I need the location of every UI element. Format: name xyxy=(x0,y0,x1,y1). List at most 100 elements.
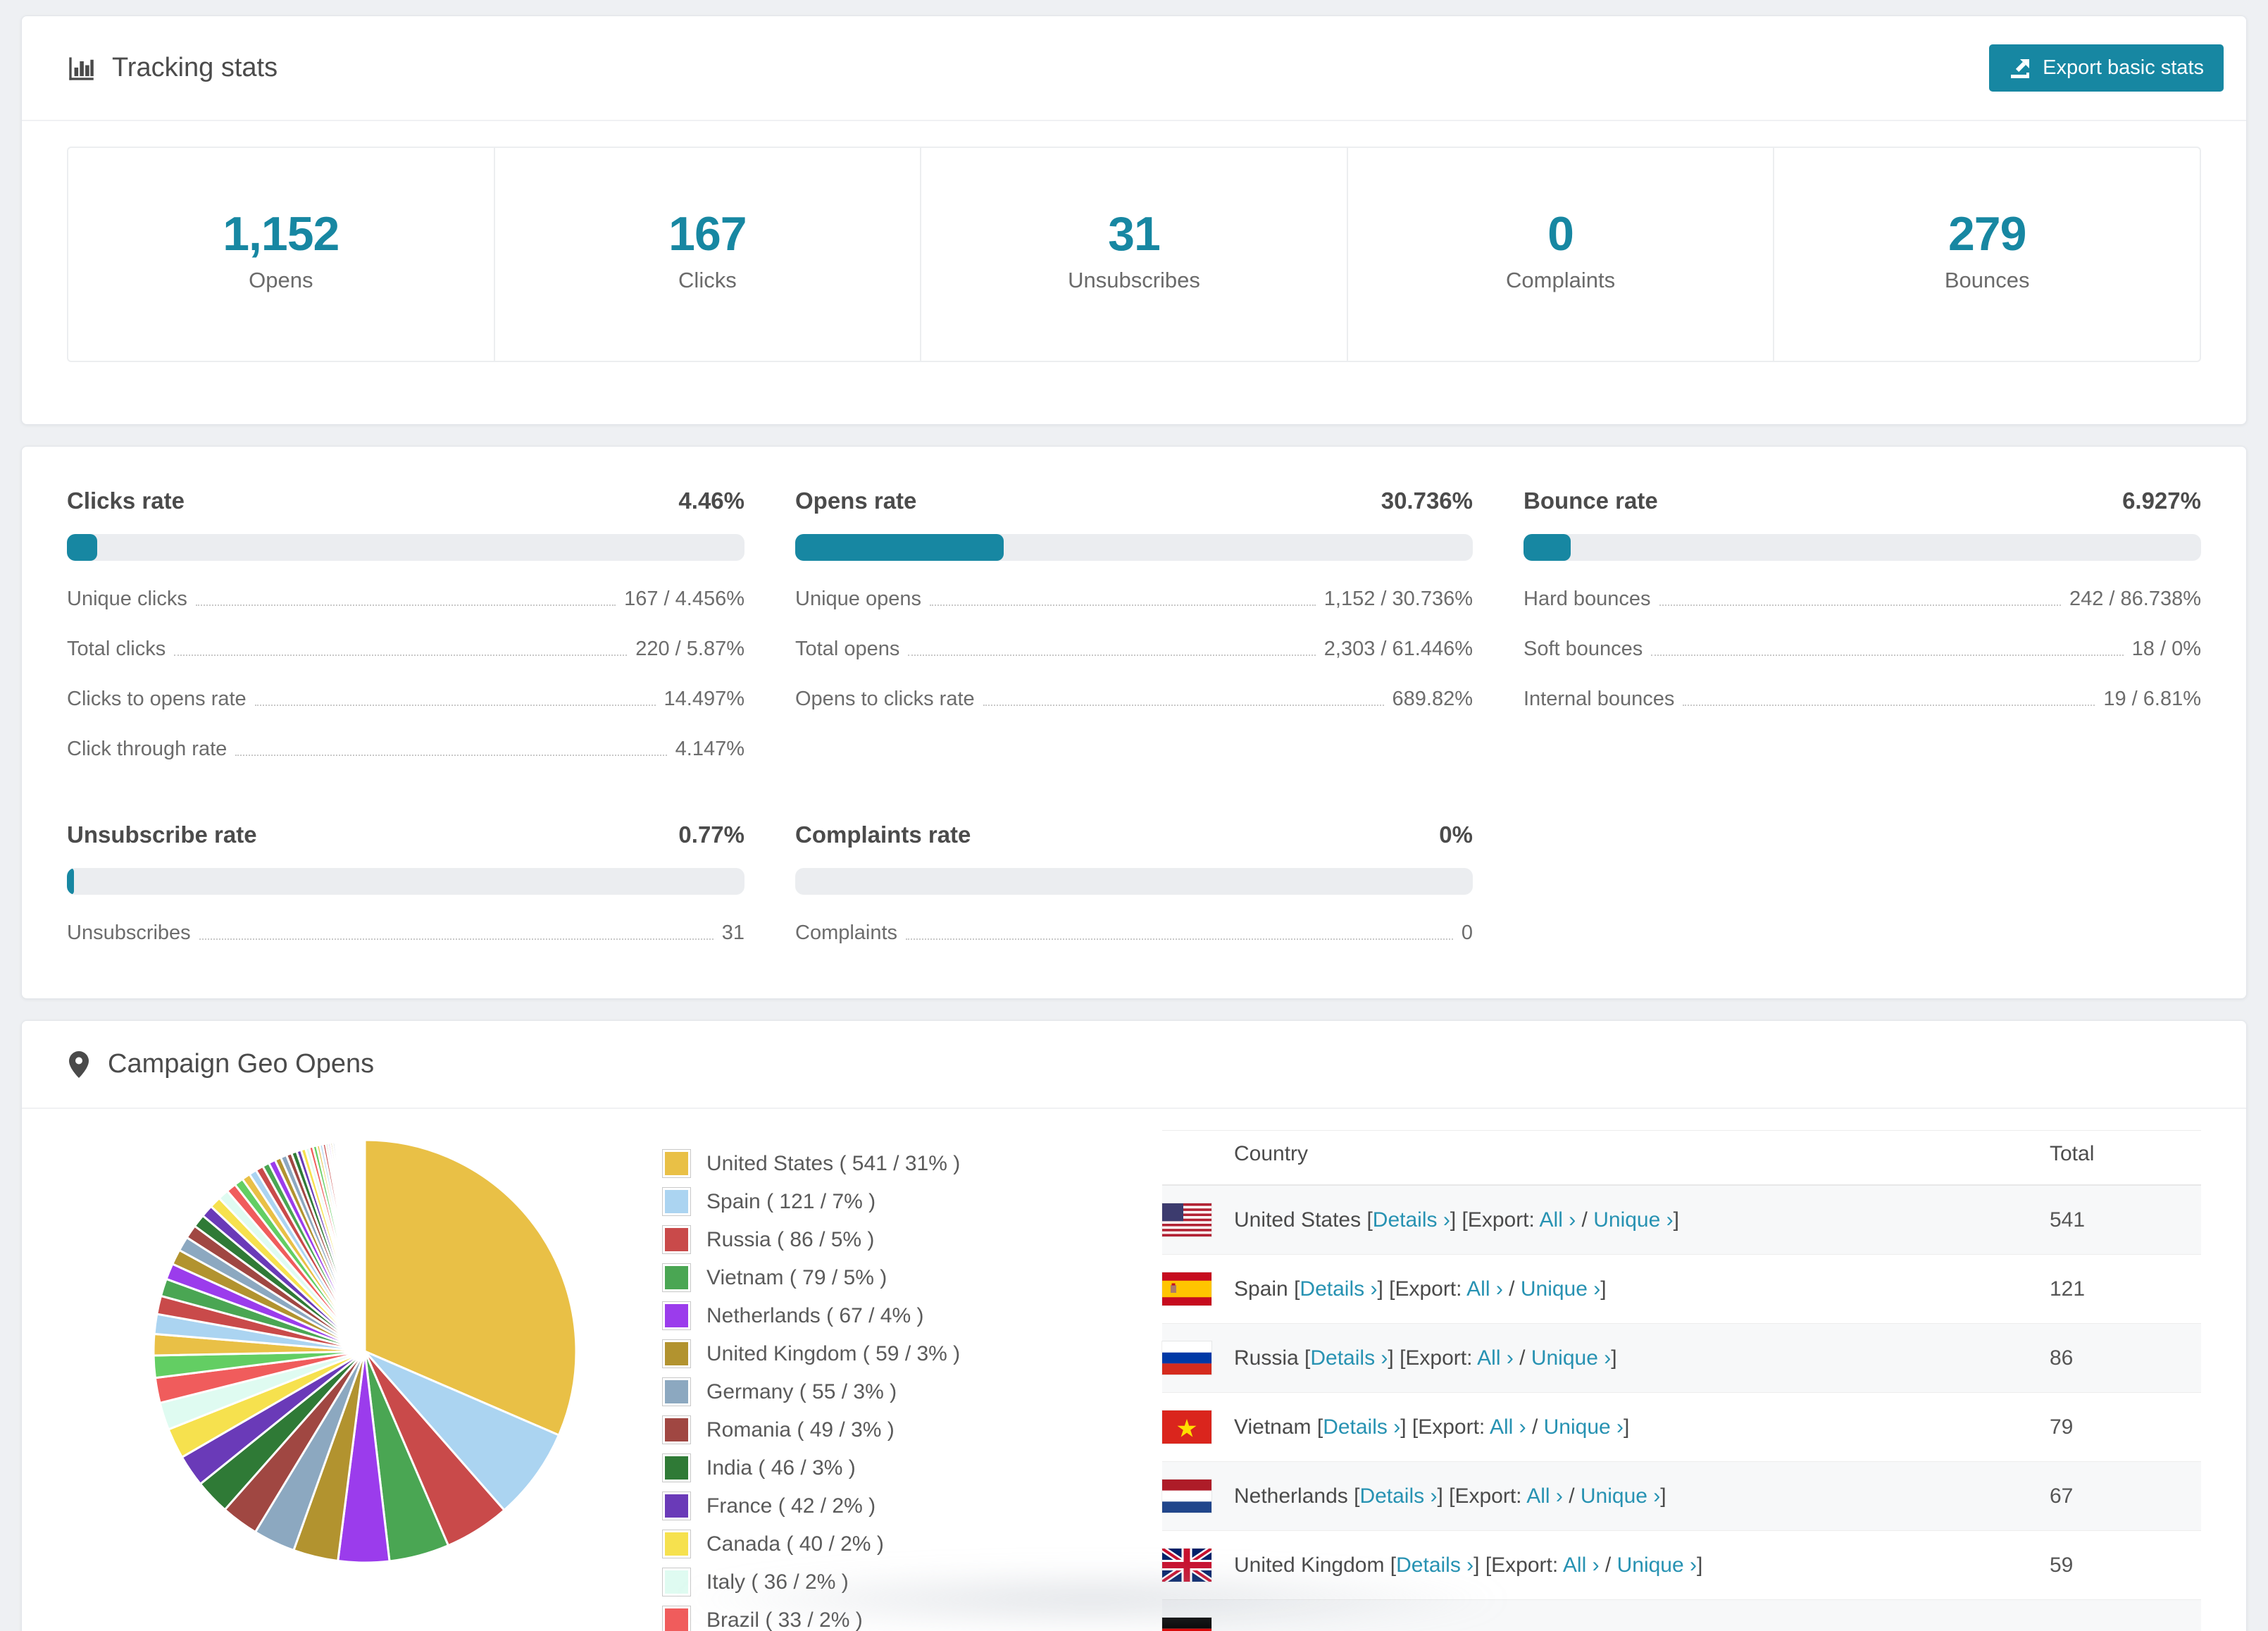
stat-cell-opens: 1,152Opens xyxy=(68,148,494,361)
geo-header: Campaign Geo Opens xyxy=(22,1021,2246,1109)
pie-slice[interactable] xyxy=(363,1140,364,1351)
geo-pie-wrap xyxy=(67,1130,662,1631)
dotted-leader xyxy=(906,938,1453,940)
stat-label: Clicks xyxy=(495,268,921,293)
dotted-leader xyxy=(983,705,1384,706)
legend-label: India ( 46 / 3% ) xyxy=(706,1456,856,1480)
total-cell: 121 xyxy=(2050,1277,2201,1301)
export-unique-link[interactable]: Unique › xyxy=(1521,1277,1600,1301)
legend-item-vietnam[interactable]: Vietnam ( 79 / 5% ) xyxy=(662,1263,1057,1292)
rate-detail-row: Internal bounces19 / 6.81% xyxy=(1524,688,2201,711)
export-all-link[interactable]: All › xyxy=(1466,1277,1503,1301)
tracking-stats-header: Tracking stats Export basic stats xyxy=(22,16,2246,121)
rate-detail-label: Unique clicks xyxy=(67,588,187,611)
rate-detail-row: Hard bounces242 / 86.738% xyxy=(1524,588,2201,611)
total-cell: 67 xyxy=(2050,1484,2201,1508)
nl-flag-icon xyxy=(1162,1480,1211,1513)
total-cell: 86 xyxy=(2050,1346,2201,1370)
legend-label: Vietnam ( 79 / 5% ) xyxy=(706,1266,887,1290)
rate-detail-label: Opens to clicks rate xyxy=(795,688,975,711)
column-header-country: Country xyxy=(1162,1142,2050,1166)
geo-table-row-united-states: United States [Details ›] [Export: All ›… xyxy=(1162,1186,2201,1254)
legend-label: Canada ( 40 / 2% ) xyxy=(706,1532,884,1556)
rate-detail-row: Complaints0 xyxy=(795,922,1473,945)
export-unique-link[interactable]: Unique › xyxy=(1544,1415,1624,1439)
rate-progress-fill xyxy=(1524,534,1571,561)
rate-detail-label: Unsubscribes xyxy=(67,922,191,945)
rate-detail-label: Soft bounces xyxy=(1524,638,1643,661)
legend-item-netherlands[interactable]: Netherlands ( 67 / 4% ) xyxy=(662,1301,1057,1330)
country-cell: Spain [Details ›] [Export: All › / Uniqu… xyxy=(1234,1277,2050,1301)
rate-title: Unsubscribe rate xyxy=(67,821,257,848)
legend-swatch xyxy=(662,1530,691,1558)
geo-table: Country Total United States [Details ›] … xyxy=(1162,1130,2201,1631)
rate-detail-value: 19 / 6.81% xyxy=(2103,688,2201,711)
legend-label: Romania ( 49 / 3% ) xyxy=(706,1418,895,1442)
total-cell: 79 xyxy=(2050,1415,2201,1439)
geo-table-header-row: Country Total xyxy=(1162,1130,2201,1186)
rate-value: 0% xyxy=(1439,821,1473,848)
legend-item-canada[interactable]: Canada ( 40 / 2% ) xyxy=(662,1530,1057,1558)
rate-value: 30.736% xyxy=(1381,488,1473,514)
stat-label: Bounces xyxy=(1774,268,2200,293)
legend-item-brazil[interactable]: Brazil ( 33 / 2% ) xyxy=(662,1606,1057,1631)
legend-item-spain[interactable]: Spain ( 121 / 7% ) xyxy=(662,1187,1057,1216)
legend-item-romania[interactable]: Romania ( 49 / 3% ) xyxy=(662,1415,1057,1444)
rate-progress-bar xyxy=(795,534,1473,561)
stats-summary-strip: 1,152Opens167Clicks31Unsubscribes0Compla… xyxy=(67,147,2201,362)
campaign-geo-opens-card: Campaign Geo Opens United States ( 541 /… xyxy=(21,1020,2247,1631)
legend-item-france[interactable]: France ( 42 / 2% ) xyxy=(662,1492,1057,1520)
export-all-link[interactable]: All › xyxy=(1477,1346,1514,1370)
country-cell: Russia [Details ›] [Export: All › / Uniq… xyxy=(1234,1346,2050,1370)
rate-title: Complaints rate xyxy=(795,821,971,848)
export-basic-stats-button[interactable]: Export basic stats xyxy=(1989,44,2224,92)
details-link[interactable]: Details › xyxy=(1300,1277,1377,1301)
es-flag-icon xyxy=(1162,1272,1211,1306)
geo-table-row-netherlands: Netherlands [Details ›] [Export: All › /… xyxy=(1162,1461,2201,1530)
rate-detail-value: 4.147% xyxy=(675,738,744,761)
details-link[interactable]: Details › xyxy=(1310,1346,1388,1370)
legend-item-russia[interactable]: Russia ( 86 / 5% ) xyxy=(662,1225,1057,1254)
rate-block-complaints-rate: Complaints rate 0% Complaints0 xyxy=(795,821,1473,945)
details-link[interactable]: Details › xyxy=(1323,1415,1400,1439)
details-link[interactable]: Details › xyxy=(1396,1554,1473,1577)
legend-item-united-states[interactable]: United States ( 541 / 31% ) xyxy=(662,1149,1057,1178)
export-unique-link[interactable]: Unique › xyxy=(1593,1208,1673,1232)
export-unique-link[interactable]: Unique › xyxy=(1617,1554,1697,1577)
legend-swatch xyxy=(662,1415,691,1444)
rate-detail-value: 689.82% xyxy=(1392,688,1473,711)
export-unique-link[interactable]: Unique › xyxy=(1581,1484,1660,1508)
geo-table-row-russia: Russia [Details ›] [Export: All › / Uniq… xyxy=(1162,1323,2201,1392)
rate-detail-value: 242 / 86.738% xyxy=(2069,588,2201,611)
details-link[interactable]: Details › xyxy=(1373,1208,1450,1232)
legend-item-united-kingdom[interactable]: United Kingdom ( 59 / 3% ) xyxy=(662,1339,1057,1368)
stat-cell-complaints: 0Complaints xyxy=(1347,148,1774,361)
legend-swatch xyxy=(662,1263,691,1292)
legend-item-germany[interactable]: Germany ( 55 / 3% ) xyxy=(662,1377,1057,1406)
legend-label: Russia ( 86 / 5% ) xyxy=(706,1228,874,1252)
legend-item-india[interactable]: India ( 46 / 3% ) xyxy=(662,1453,1057,1482)
rate-detail-value: 1,152 / 30.736% xyxy=(1324,588,1473,611)
page-title: Tracking stats xyxy=(112,53,278,83)
stat-value: 1,152 xyxy=(68,210,494,258)
rate-progress-bar xyxy=(795,868,1473,895)
pie-legend: United States ( 541 / 31% ) Spain ( 121 /… xyxy=(662,1130,1057,1631)
stat-cell-bounces: 279Bounces xyxy=(1773,148,2200,361)
rate-progress-fill xyxy=(795,534,1004,561)
export-all-link[interactable]: All › xyxy=(1563,1554,1600,1577)
export-all-link[interactable]: All › xyxy=(1540,1208,1576,1232)
export-all-link[interactable]: All › xyxy=(1490,1415,1526,1439)
geo-opens-pie-chart[interactable] xyxy=(147,1133,583,1570)
rate-detail-value: 14.497% xyxy=(664,688,745,711)
export-all-link[interactable]: All › xyxy=(1526,1484,1563,1508)
legend-swatch xyxy=(662,1301,691,1330)
rates-card: Clicks rate4.46%Unique clicks167 / 4.456… xyxy=(21,446,2247,999)
legend-swatch xyxy=(662,1225,691,1254)
legend-label: Brazil ( 33 / 2% ) xyxy=(706,1608,863,1631)
export-unique-link[interactable]: Unique › xyxy=(1531,1346,1611,1370)
details-link[interactable]: Details › xyxy=(1359,1484,1437,1508)
de-flag-icon xyxy=(1162,1618,1211,1631)
legend-item-italy[interactable]: Italy ( 36 / 2% ) xyxy=(662,1568,1057,1596)
rate-detail-row: Soft bounces18 / 0% xyxy=(1524,638,2201,661)
dotted-leader xyxy=(1659,604,2061,606)
